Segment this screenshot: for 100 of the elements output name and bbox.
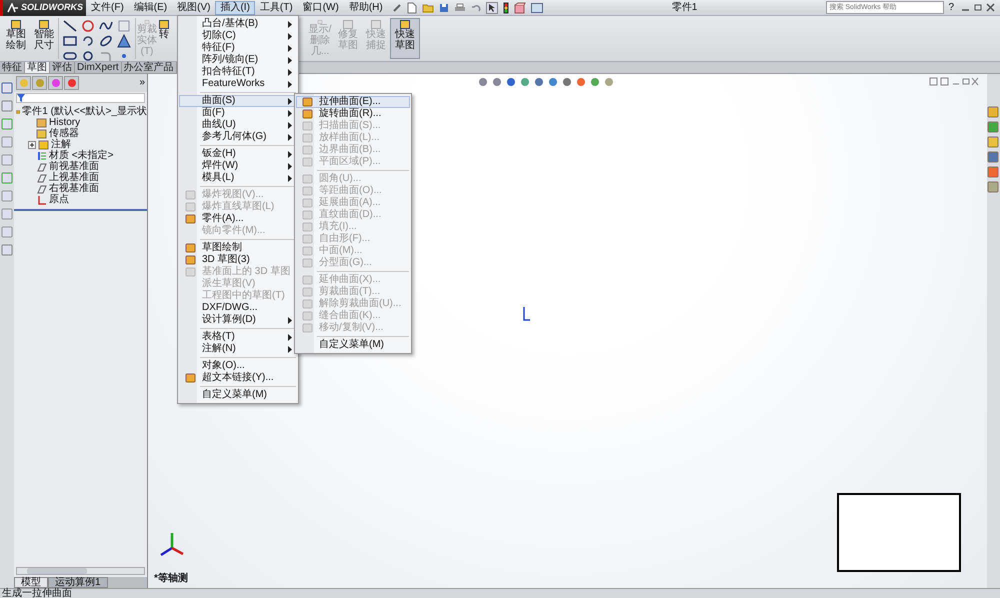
tree-item[interactable]: 原点 [49,194,69,206]
menu-item[interactable]: 曲面(S) [179,95,297,107]
tab[interactable]: 运动算例1 [48,577,108,588]
menu-item[interactable]: 阵列/镜向(E) [179,54,297,66]
filter-field[interactable] [16,93,145,103]
menu-item[interactable]: 参考几何体(G) [179,131,297,143]
tree-item[interactable]: 前视基准面 [49,160,99,172]
ribbon-button[interactable]: 快速草图 [390,18,420,59]
menu-item[interactable]: 凸台/基体(B) [179,18,297,30]
expand-icon[interactable] [28,140,36,148]
ribbon-button[interactable]: 草图绘制 [2,18,30,59]
task-pane-icon[interactable] [987,136,999,148]
menu-item[interactable]: 3D 草图(3) [179,254,297,266]
menu-item[interactable]: 模具(L) [179,172,297,184]
help-button[interactable]: ? [948,2,954,14]
menu-item[interactable]: 拉伸曲面(E)... [296,96,410,108]
view-window-controls-icon[interactable] [929,77,979,87]
ribbon-button[interactable]: 转 [158,18,170,59]
panel-tab[interactable] [48,76,63,90]
tree-item[interactable]: 右视基准面 [49,182,99,194]
menu-item[interactable]: DXF/DWG... [179,302,297,314]
history-icon [36,118,47,128]
triangle-icon[interactable] [116,34,132,48]
menu-item[interactable]: 切除(C) [179,30,297,42]
tab[interactable]: 评估 [50,62,75,73]
folder-icon[interactable] [422,2,434,12]
tab[interactable]: 办公室产品 [122,62,177,73]
tree-item[interactable]: 零件1 (默认<<默认>_显示状 [22,106,147,118]
tool-icon [302,246,312,256]
save-icon[interactable] [438,2,449,12]
tab[interactable]: 模型 [14,577,48,588]
tab[interactable]: 特征 [0,62,25,73]
tool-icon [184,214,196,224]
menu-item[interactable]: 文件(F) [86,0,129,14]
menu-item[interactable]: 表格(T) [179,331,297,343]
tab[interactable]: DimXpert [75,62,122,73]
menu-item[interactable]: 草图绘制 [179,242,297,254]
menu-item[interactable]: 设计算例(D) [179,314,297,326]
task-pane-icon[interactable] [987,166,999,178]
tool-icon[interactable] [1,226,13,238]
tool-icon [11,20,21,29]
panel-tab[interactable] [16,76,31,90]
menu-item[interactable]: 工具(T) [254,0,298,14]
tool-icon[interactable] [1,172,13,184]
menu-item[interactable]: 对象(O)... [179,360,297,372]
menu-item[interactable]: 编辑(E) [128,0,172,14]
task-pane-icon[interactable] [987,106,999,118]
panel-tab[interactable] [64,76,79,90]
ellipse-icon[interactable] [98,34,114,48]
menu-item[interactable]: 特征(F) [179,42,297,54]
menu-item[interactable]: 焊件(W) [179,160,297,172]
scrollbar[interactable] [16,567,145,575]
menu-item[interactable]: 面(F) [179,107,297,119]
tool-icon [371,20,381,29]
tool-icon[interactable] [1,82,13,94]
tree-item[interactable]: 注解 [51,138,71,150]
tool-icon[interactable] [1,136,13,148]
logo-text: SOLIDWORKS [21,2,83,13]
panel-icon[interactable] [530,2,543,12]
task-pane-icon[interactable] [987,151,999,163]
menu-item[interactable]: 钣金(H) [179,148,297,160]
menu-item[interactable]: 自定义菜单(M) [179,389,297,401]
tree-item[interactable]: History [49,116,80,128]
traffic-light-icon[interactable] [502,2,509,14]
cursor-icon[interactable] [486,2,498,14]
rectangle-icon[interactable] [62,34,78,48]
tool-icon[interactable] [1,118,13,130]
menu-item[interactable]: FeatureWorks [179,78,297,90]
document-icon[interactable] [406,2,417,14]
panel-tab[interactable] [32,76,47,90]
printer-icon[interactable] [454,2,466,12]
menu-item[interactable]: 自定义菜单(M) [296,339,410,351]
tool-icon[interactable] [1,190,13,202]
task-pane-icon[interactable] [987,121,999,133]
tool-icon[interactable] [1,100,13,112]
menu-item[interactable]: 零件(A)... [179,213,297,225]
tool-icon[interactable] [1,208,13,220]
menu-item[interactable]: 扣合特征(T) [179,66,297,78]
ribbon-button[interactable]: 智能尺寸 [30,18,58,59]
tree-item[interactable]: 传感器 [49,128,79,140]
undo-icon[interactable] [470,2,481,12]
line-icon[interactable] [62,19,78,33]
menu-item[interactable]: 窗口(W) [298,0,344,14]
box-icon[interactable] [514,2,526,14]
menu-item[interactable]: 视图(V) [172,0,216,14]
menu-item[interactable]: 帮助(H) [344,0,388,14]
menu-item[interactable]: 注解(N) [179,343,297,355]
tool-icon[interactable] [1,154,13,166]
menu-item[interactable]: 曲线(U) [179,119,297,131]
tool-icon[interactable] [1,244,13,256]
menu-item[interactable]: 旋转曲面(R)... [296,108,410,120]
menu-item[interactable]: 超文本链接(Y)... [179,372,297,384]
tab[interactable]: 草图 [25,62,50,73]
window-controls-icon[interactable] [960,2,996,12]
tree-item[interactable]: 材质 <未指定> [49,150,114,162]
more-button[interactable]: » [139,77,145,89]
task-pane-icon[interactable] [987,181,999,193]
tree-item[interactable]: 上视基准面 [49,172,99,184]
circle-icon[interactable] [80,19,96,33]
menu-item[interactable]: 插入(I) [215,0,255,14]
